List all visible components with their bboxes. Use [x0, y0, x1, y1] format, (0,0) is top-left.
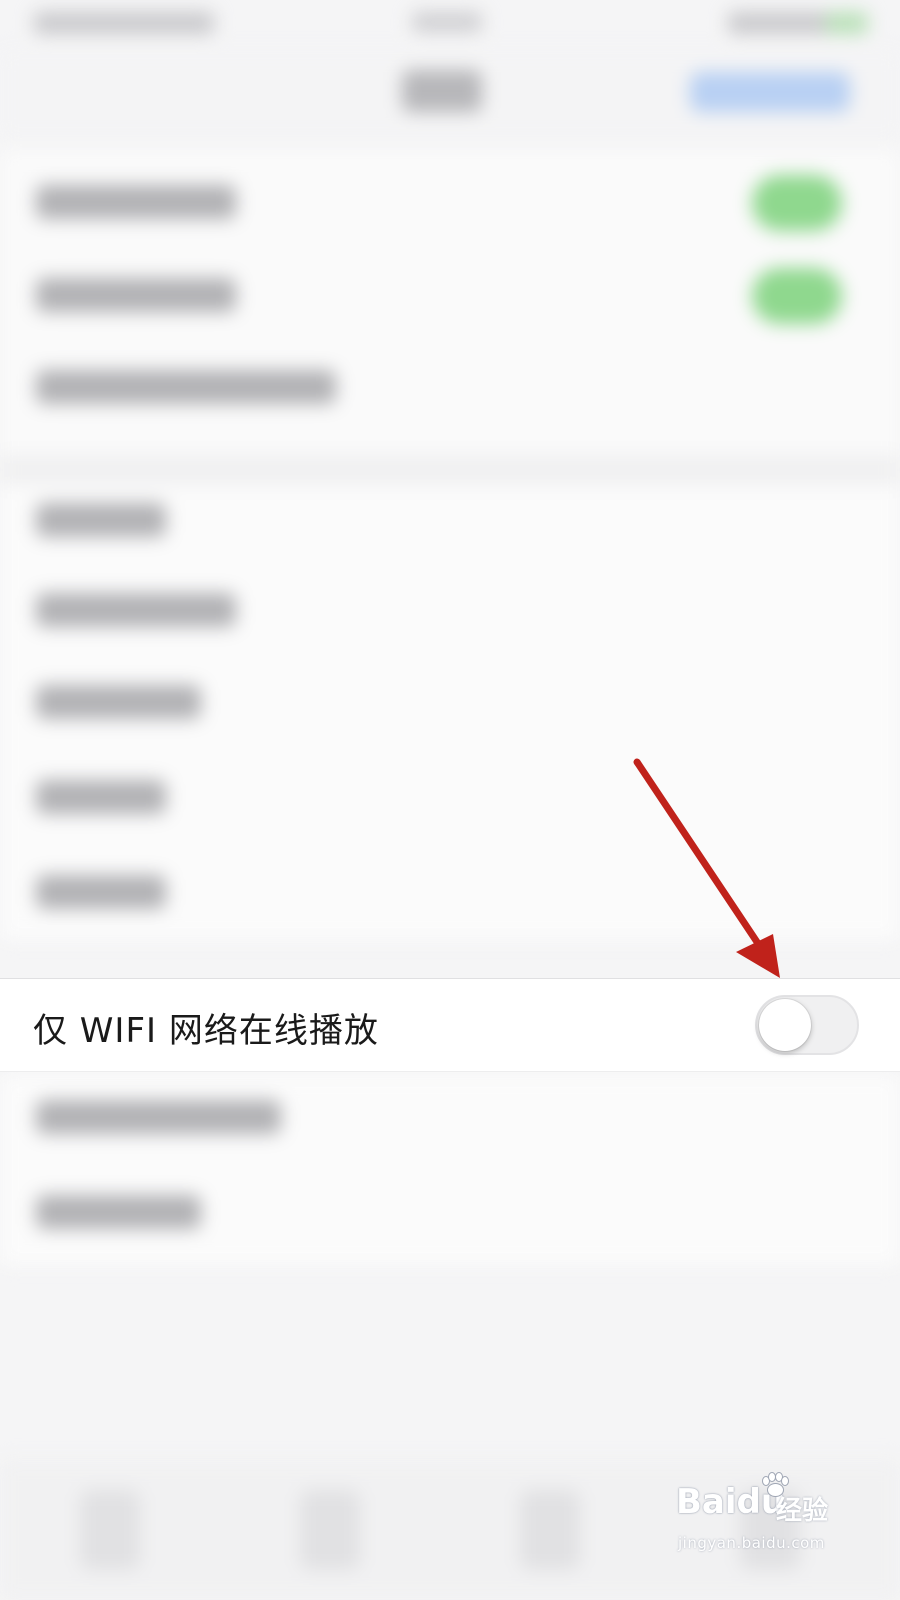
blurred-row-label: [36, 503, 166, 537]
blurred-row-label: [36, 278, 236, 312]
status-bar: [0, 0, 900, 50]
settings-group-middle: [0, 485, 900, 940]
blurred-row-label: [36, 1195, 201, 1229]
status-bar-time: [412, 12, 482, 32]
wifi-only-toggle[interactable]: [755, 995, 859, 1055]
status-bar-carrier: [34, 12, 214, 34]
setting-row-label: 仅 WIFI 网络在线播放: [33, 1011, 379, 1051]
settings-screen: 仅 WIFI 网络在线播放 Baidu 经验 jingyan.baidu.com: [0, 0, 900, 1600]
tab-item[interactable]: [300, 1490, 360, 1570]
blurred-row-label: [36, 185, 236, 219]
blurred-row-label: [36, 1100, 281, 1134]
blurred-toggle-on[interactable]: [752, 268, 842, 324]
blurred-toggle-on[interactable]: [752, 175, 842, 231]
tab-item[interactable]: [520, 1490, 580, 1570]
baidu-jingyan-watermark: Baidu 经验 jingyan.baidu.com: [676, 1472, 846, 1562]
section-separator: [0, 455, 900, 485]
status-bar-battery: [728, 12, 868, 34]
blurred-row-label: [36, 593, 236, 627]
toggle-knob: [759, 999, 811, 1051]
nav-action-button[interactable]: [690, 72, 850, 112]
blurred-background: [0, 0, 900, 1600]
blurred-row-label: [36, 685, 201, 719]
blurred-row-label: [36, 370, 336, 404]
blurred-row-label: [36, 780, 166, 814]
watermark-url: jingyan.baidu.com: [678, 1534, 825, 1552]
settings-group-top: [0, 150, 900, 455]
watermark-suffix: 经验: [776, 1496, 829, 1526]
settings-group-bottom: [0, 1075, 900, 1265]
tab-item[interactable]: [80, 1490, 140, 1570]
nav-title: [402, 70, 482, 112]
setting-row-wifi-only: 仅 WIFI 网络在线播放: [0, 978, 900, 1072]
nav-bar: [0, 50, 900, 140]
blurred-row-label: [36, 875, 166, 909]
